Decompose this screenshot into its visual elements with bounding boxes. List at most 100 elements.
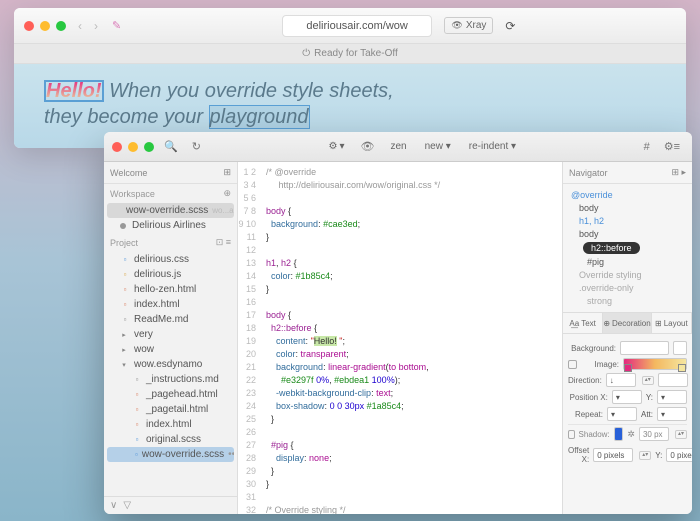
offsetx-field[interactable]: 0 pixels xyxy=(593,448,633,462)
inspector-expand-icon[interactable]: ⊞ ▸ xyxy=(671,167,686,178)
code-editor[interactable]: 1 2 3 4 5 6 7 8 9 10 11 12 13 14 15 16 1… xyxy=(238,162,562,514)
inspector-tab-layout[interactable]: ⊞Layout xyxy=(652,313,692,333)
att-field[interactable]: ▾ xyxy=(657,407,687,421)
add-icon[interactable]: ⊕ xyxy=(223,188,231,199)
nav-item[interactable]: Override styling xyxy=(567,269,688,281)
file-item[interactable]: very xyxy=(104,327,237,342)
tab-bar[interactable]: ⏻Ready for Take-Off xyxy=(14,44,686,64)
workspace-section: Workspace⊕ xyxy=(104,184,237,203)
posx-field[interactable]: ▾ xyxy=(612,390,642,404)
file-item[interactable]: ▫wow-override.scss••• xyxy=(107,447,234,462)
new-button[interactable]: new ▾ xyxy=(419,139,457,154)
direction-field[interactable]: ↓ xyxy=(606,373,636,387)
image-label: Image: xyxy=(581,360,619,369)
nav-item[interactable]: strong xyxy=(567,295,688,307)
file-icon: ▫ xyxy=(120,300,130,310)
minimize-icon[interactable] xyxy=(128,142,138,152)
repeat-label: Repeat: xyxy=(568,410,603,419)
page-line2a: they become your xyxy=(44,106,209,128)
chevron-down-icon[interactable]: ∨ xyxy=(110,500,117,511)
nav-item[interactable]: #pig xyxy=(567,256,688,268)
close-icon[interactable] xyxy=(24,21,34,31)
file-icon: ▫ xyxy=(120,285,130,295)
file-item[interactable]: ▫delirious.css xyxy=(104,252,237,267)
posy-field[interactable]: ▾ xyxy=(657,390,687,404)
workspace-item[interactable]: Delirious Airlines xyxy=(104,218,237,233)
project-section: Project⊡ ≡ xyxy=(104,233,237,252)
gradient-editor[interactable] xyxy=(623,358,687,370)
offsety-field[interactable]: 0 pixels xyxy=(666,448,692,462)
xray-button[interactable]: 👁Xray xyxy=(444,17,493,34)
nav-item[interactable]: @override xyxy=(567,189,688,201)
file-item[interactable]: ▫_instructions.md xyxy=(104,372,237,387)
pen-icon[interactable]: ✎ xyxy=(112,19,121,32)
zen-button[interactable]: zen xyxy=(384,139,412,154)
filter-icon[interactable]: ▽ xyxy=(123,500,131,511)
nav-item[interactable]: .override-only xyxy=(567,282,688,294)
safari-toolbar: ‹ › ✎ deliriousair.com/wow 👁Xray ⟳ xyxy=(14,8,686,44)
stepper[interactable]: ▴▾ xyxy=(642,376,654,385)
file-item[interactable]: ▫index.html xyxy=(104,297,237,312)
sidebar-expand-icon[interactable]: ⊞ xyxy=(223,167,231,178)
inspector-properties: Background: Image: Direction: ↓ ▴▾ º xyxy=(563,334,692,514)
file-item[interactable]: ▫index.html xyxy=(104,417,237,432)
back-icon[interactable]: ‹ xyxy=(78,19,82,33)
editor-titlebar: 🔍 ↻ ▾ 👁 zen new ▾ re-indent ▾ # ⚙≡ xyxy=(104,132,692,162)
file-icon: ▫ xyxy=(135,450,138,460)
inspector-tab-text[interactable]: A͟aText xyxy=(563,313,603,333)
stepper[interactable]: ▴▾ xyxy=(639,451,651,460)
file-item[interactable]: wow.esdynamo xyxy=(104,357,237,372)
offsety-label: Y: xyxy=(655,451,662,460)
file-item[interactable]: wow xyxy=(104,342,237,357)
hash-icon[interactable]: # xyxy=(640,141,654,153)
color-swatch[interactable] xyxy=(673,341,687,355)
nav-item[interactable]: body xyxy=(567,228,688,240)
refresh-icon[interactable]: ↻ xyxy=(188,140,205,153)
safari-window: ‹ › ✎ deliriousair.com/wow 👁Xray ⟳ ⏻Read… xyxy=(14,8,686,148)
tab-welcome[interactable]: Welcome xyxy=(110,168,147,178)
maximize-icon[interactable] xyxy=(144,142,154,152)
file-icon: ▫ xyxy=(120,270,130,280)
project-menu-icon[interactable]: ⊡ ≡ xyxy=(216,237,231,248)
forward-icon[interactable]: › xyxy=(94,19,98,33)
search-icon[interactable]: 🔍 xyxy=(160,140,182,153)
minimize-icon[interactable] xyxy=(40,21,50,31)
file-item[interactable]: ▫delirious.js xyxy=(104,267,237,282)
traffic-lights xyxy=(24,21,66,31)
direction-deg-field[interactable] xyxy=(658,373,688,387)
file-icon: ▫ xyxy=(120,315,130,325)
workspace-item[interactable]: wow-override.scss wo...amo xyxy=(107,203,234,218)
nav-item[interactable]: h1, h2 xyxy=(567,215,688,227)
inspector-tab-decoration[interactable]: ⊕Decoration xyxy=(603,313,651,333)
folder-icon xyxy=(120,360,130,370)
url-field[interactable]: deliriousair.com/wow xyxy=(282,15,433,37)
reindent-button[interactable]: re-indent ▾ xyxy=(463,139,522,154)
editor-window: 🔍 ↻ ▾ 👁 zen new ▾ re-indent ▾ # ⚙≡ Welco… xyxy=(104,132,692,514)
checkbox[interactable] xyxy=(568,360,577,369)
status-dot-icon xyxy=(120,223,126,229)
settings-icon[interactable]: ⚙≡ xyxy=(660,140,684,153)
sidebar: Welcome ⊞ Workspace⊕ wow-override.scss w… xyxy=(104,162,238,514)
file-item[interactable]: ▫hello-zen.html xyxy=(104,282,237,297)
checkbox[interactable] xyxy=(568,430,575,439)
shadow-color-swatch[interactable] xyxy=(614,427,624,441)
maximize-icon[interactable] xyxy=(56,21,66,31)
stepper[interactable]: ▴▾ xyxy=(675,430,687,439)
background-field[interactable] xyxy=(620,341,669,355)
sidebar-tabs: Welcome ⊞ xyxy=(104,162,237,184)
nav-item[interactable]: body xyxy=(567,202,688,214)
inspector-tabs: A͟aText⊕Decoration⊞Layout xyxy=(563,312,692,334)
close-icon[interactable] xyxy=(112,142,122,152)
eye-icon[interactable]: 👁 xyxy=(356,140,378,153)
file-icon: ▫ xyxy=(132,405,142,415)
file-item[interactable]: ▫original.scss xyxy=(104,432,237,447)
repeat-field[interactable]: ▾ xyxy=(607,407,637,421)
file-item[interactable]: ▫_pagetail.html xyxy=(104,402,237,417)
editor-traffic-lights xyxy=(112,142,154,152)
file-item[interactable]: ▫_pagehead.html xyxy=(104,387,237,402)
gear-menu[interactable]: ▾ xyxy=(322,139,350,154)
nav-item[interactable]: h2::before xyxy=(583,242,640,254)
file-item[interactable]: ▫ReadMe.md xyxy=(104,312,237,327)
shadow-blur-field[interactable]: 30 px xyxy=(639,427,669,441)
reload-icon[interactable]: ⟳ xyxy=(499,19,521,33)
